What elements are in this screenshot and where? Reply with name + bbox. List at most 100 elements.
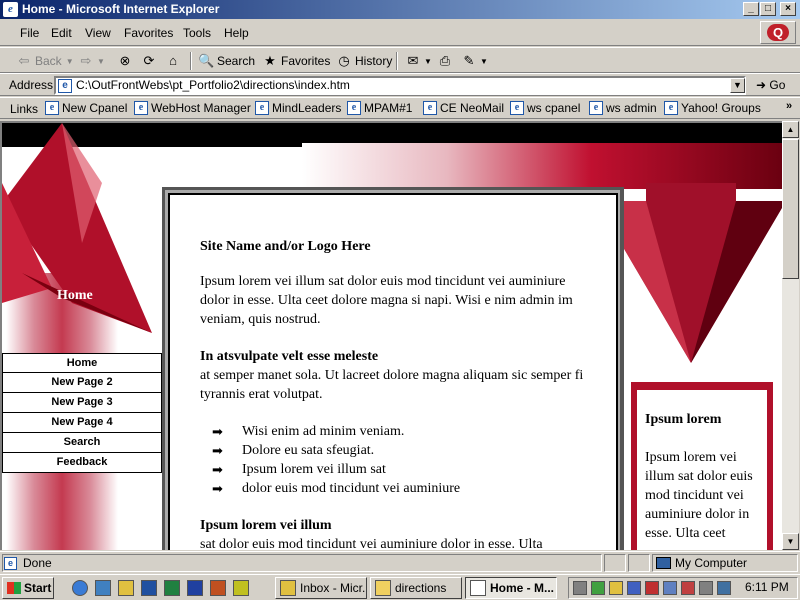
tray-app-icon[interactable] — [681, 581, 695, 595]
menu-favorites[interactable]: Favorites — [124, 26, 173, 40]
menu-bar: File Edit View Favorites Tools Help Q — [0, 19, 800, 46]
maximize-button[interactable]: □ — [760, 2, 776, 16]
chevron-down-icon: ▼ — [424, 56, 432, 66]
tray-app-icon[interactable] — [591, 581, 605, 595]
scroll-up-button[interactable]: ▲ — [782, 121, 799, 138]
desktop-quicklaunch-icon[interactable] — [95, 580, 111, 596]
start-button[interactable]: Start — [2, 577, 54, 599]
list-item-text: Dolore eu sata sfeugiat. — [242, 443, 375, 458]
link-label: MindLeaders — [272, 101, 342, 115]
menu-help[interactable]: Help — [224, 26, 249, 40]
go-button[interactable]: ➜ Go — [756, 78, 785, 92]
link-item[interactable]: e New Cpanel — [45, 101, 127, 115]
vertical-scrollbar[interactable]: ▲ ▼ — [782, 121, 799, 550]
isp-logo-icon: Q — [767, 24, 789, 41]
back-button[interactable]: ⇦ Back ▼ — [16, 51, 74, 71]
list-item-text: dolor euis mod tincidunt vei auminiure — [242, 481, 461, 496]
arrow-bullet-icon: ➡ — [212, 443, 223, 458]
search-label: Search — [217, 54, 256, 68]
favorites-label: Favorites — [281, 54, 331, 68]
ie-throbber: Q — [760, 21, 796, 44]
close-button[interactable]: × — [780, 2, 796, 16]
arrow-bullet-icon: ➡ — [212, 462, 223, 477]
tray-app-icon[interactable] — [663, 581, 677, 595]
links-label: Links — [10, 102, 39, 116]
forward-button[interactable]: ⇨ ▼ — [78, 51, 105, 71]
arrow-bullet-icon: ➡ — [212, 481, 223, 496]
powerpoint-quicklaunch-icon[interactable] — [210, 580, 226, 596]
stop-button[interactable]: ⊗ — [117, 51, 136, 71]
section-2: In atsvulpate velt esse meleste at sempe… — [200, 347, 585, 404]
tray-app-icon[interactable] — [699, 581, 713, 595]
tray-app-icon[interactable] — [645, 581, 659, 595]
folder-quicklaunch-icon[interactable] — [118, 580, 134, 596]
status-segment — [628, 554, 650, 572]
frame-divider — [620, 187, 623, 550]
nav-item-feedback[interactable]: Feedback — [2, 453, 162, 473]
menu-tools[interactable]: Tools — [183, 26, 211, 40]
volume-icon[interactable] — [609, 581, 623, 595]
print-button[interactable]: ⎙ — [437, 51, 456, 71]
list-item: ➡ Ipsum lorem vei illum sat — [212, 460, 585, 479]
ie-quicklaunch-icon[interactable] — [72, 580, 88, 596]
search-button[interactable]: 🔍 Search — [198, 51, 255, 71]
ie-page-icon: e — [134, 101, 148, 115]
favorites-button[interactable]: ★ Favorites — [262, 51, 330, 71]
list-item-text: Ipsum lorem vei illum sat — [242, 462, 386, 477]
nav-item-home[interactable]: Home — [2, 353, 162, 373]
tray-app-icon[interactable] — [717, 581, 731, 595]
link-item[interactable]: e WebHost Manager — [134, 101, 251, 115]
links-more-button[interactable]: » — [786, 100, 792, 112]
outlook-quicklaunch-icon[interactable] — [141, 580, 157, 596]
intro-paragraph: Ipsum lorem vei illum sat dolor euis mod… — [200, 274, 573, 327]
link-item[interactable]: e CE NeoMail — [423, 101, 504, 115]
link-item[interactable]: e MindLeaders — [255, 101, 341, 115]
task-directions[interactable]: directions — [370, 577, 462, 599]
refresh-button[interactable]: ⟳ — [141, 51, 160, 71]
link-item[interactable]: e ws cpanel — [510, 101, 580, 115]
section-2-heading: In atsvulpate velt esse meleste — [200, 349, 379, 364]
minimize-button[interactable]: _ — [743, 2, 759, 16]
history-button[interactable]: ◷ History — [336, 51, 392, 71]
task-inbox[interactable]: Inbox - Micr... — [275, 577, 367, 599]
link-item[interactable]: e Yahoo! Groups — [664, 101, 761, 115]
chevron-down-icon: ▼ — [97, 56, 105, 66]
clock: 6:11 PM — [745, 580, 789, 594]
tray-app-icon[interactable] — [627, 581, 641, 595]
address-dropdown-button[interactable]: ▼ — [730, 78, 745, 93]
home-button[interactable]: ⌂ — [165, 51, 184, 71]
link-label: MPAM#1 — [364, 101, 413, 115]
link-item[interactable]: e ws admin — [589, 101, 657, 115]
computer-icon — [656, 557, 671, 569]
address-input[interactable]: C:\OutFrontWebs\pt_Portfolio2\directions… — [54, 76, 746, 95]
network-icon[interactable] — [573, 581, 587, 595]
task-label: Inbox - Micr... — [300, 581, 367, 595]
scroll-thumb[interactable] — [782, 139, 799, 279]
nav-item-new-page-3[interactable]: New Page 3 — [2, 393, 162, 413]
menu-file[interactable]: File — [20, 26, 39, 40]
main-content: Site Name and/or Logo Here Ipsum lorem v… — [200, 237, 585, 550]
link-item[interactable]: e MPAM#1 — [347, 101, 412, 115]
go-label: Go — [769, 78, 786, 92]
page-viewport: Home Home New Page 2 New Page 3 New Page… — [0, 121, 782, 550]
windows-logo-icon — [7, 582, 21, 594]
home-icon: ⌂ — [169, 53, 177, 68]
section-3-heading: Ipsum lorem vei illum — [200, 518, 332, 533]
menu-edit[interactable]: Edit — [51, 26, 72, 40]
back-arrow-icon: ⇦ — [18, 53, 30, 68]
link-label: WebHost Manager — [151, 101, 251, 115]
task-home[interactable]: Home - M... — [465, 577, 557, 599]
excel-quicklaunch-icon[interactable] — [164, 580, 180, 596]
app-quicklaunch-icon[interactable] — [233, 580, 249, 596]
status-bar: Done e My Computer — [0, 551, 800, 573]
menu-view[interactable]: View — [85, 26, 111, 40]
scroll-down-button[interactable]: ▼ — [782, 533, 799, 550]
edit-button[interactable]: ✎ ▼ — [461, 51, 488, 71]
mail-button[interactable]: ✉ ▼ — [405, 51, 432, 71]
ie-page-icon: e — [423, 101, 437, 115]
arrow-bullet-icon: ➡ — [212, 424, 223, 439]
nav-item-new-page-2[interactable]: New Page 2 — [2, 373, 162, 393]
word-quicklaunch-icon[interactable] — [187, 580, 203, 596]
nav-item-new-page-4[interactable]: New Page 4 — [2, 413, 162, 433]
nav-item-search[interactable]: Search — [2, 433, 162, 453]
